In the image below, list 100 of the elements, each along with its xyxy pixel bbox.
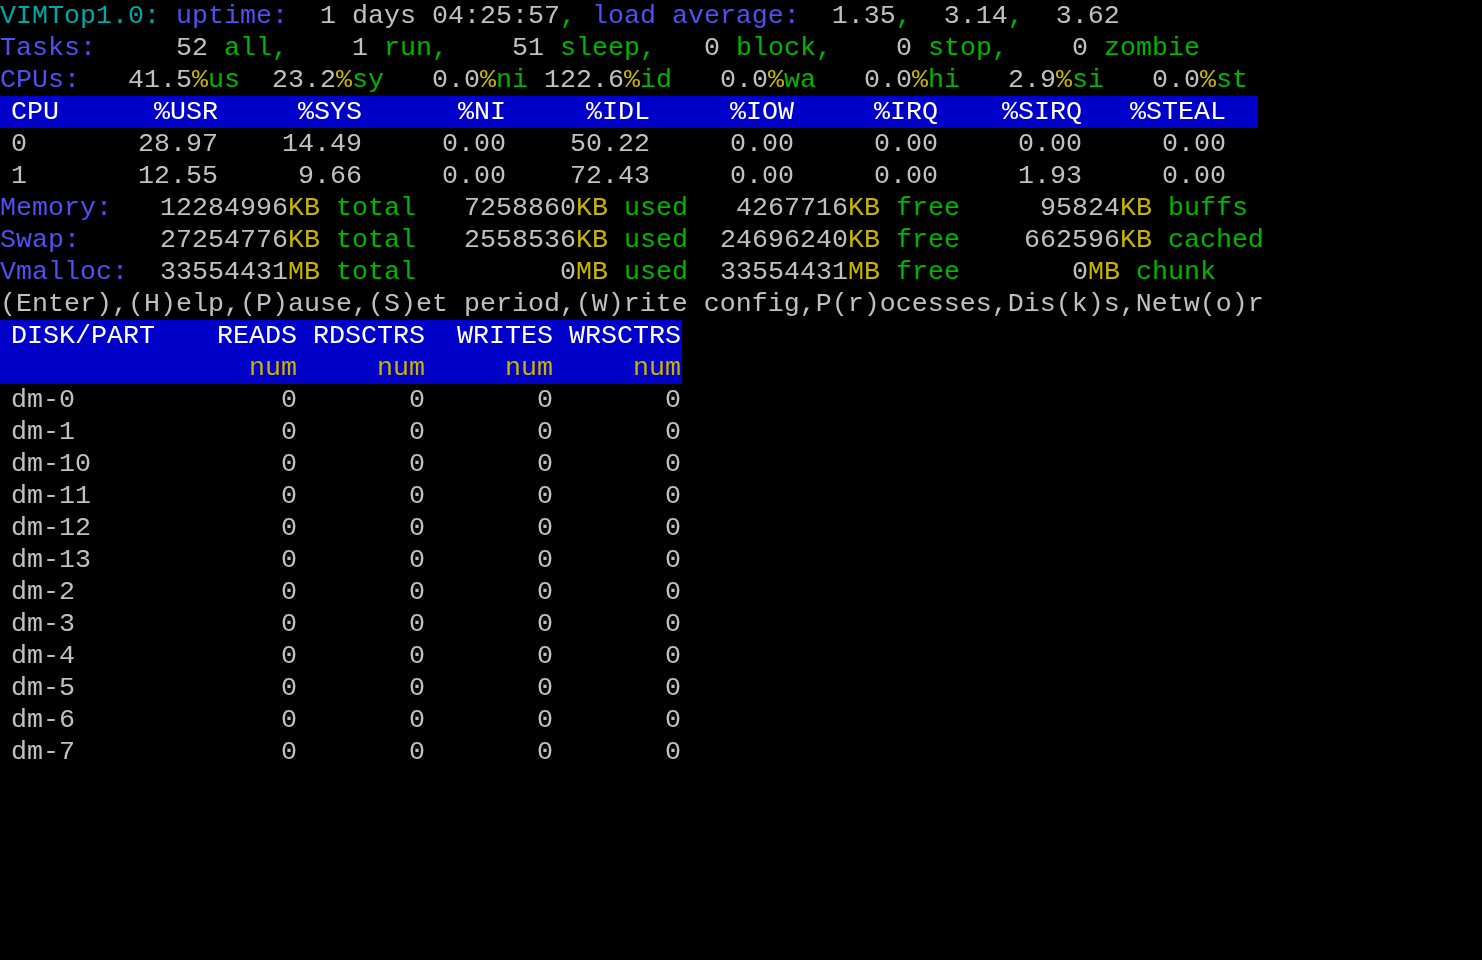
table-cell: 0 [665,576,681,608]
table-cell: 0.00 [730,128,794,160]
table-cell: 0 [281,672,297,704]
table-cell: 14.49 [282,128,362,160]
unit-text: % [623,64,640,96]
keyword-text: id [639,64,672,96]
keyword-text: , [559,0,576,32]
value-text: 0 [1071,32,1088,64]
value-text: 0 [559,256,576,288]
unit-label: num [377,352,425,384]
value-text: 122.6 [544,64,624,96]
table-cell: 0 [409,736,425,768]
unit-label: num [633,352,681,384]
keyword-text: chunk [1135,256,1216,288]
table-cell: 0 [409,640,425,672]
table-cell: 0 [409,480,425,512]
keyword-text: used [623,192,688,224]
table-cell: 0.00 [874,160,938,192]
table-cell: dm-6 [11,704,75,736]
value-text: 2.9 [1007,64,1056,96]
table-cell: 28.97 [138,128,218,160]
table-cell: dm-0 [11,384,75,416]
column-header: %NI [458,96,506,128]
table-cell: 0 [537,576,553,608]
app-title: VIMTop1.0: [0,0,160,32]
table-cell: 0 [665,384,681,416]
table-cell: 0 [409,704,425,736]
unit-text: % [480,64,496,96]
table-cell: 0 [11,128,27,160]
keyword-text: us [208,64,240,96]
unit-text: % [336,64,352,96]
table-cell: 0 [409,608,425,640]
value-text: 51 [511,32,544,64]
unit-label: num [249,352,297,384]
keyword-text: sy [352,64,384,96]
keyword-text: , [1007,0,1024,32]
help-text: (Enter),(H)elp,(P)ause,(S)et period,(W)rite config,P(r)ocesses,Dis(k)s,Netw(o)r [0,289,1264,319]
table-cell: 0 [537,704,553,736]
value-text: 0.0 [719,64,768,96]
unit-text: KB [1119,192,1152,224]
unit-text: MB [575,256,608,288]
table-cell: 0 [409,416,425,448]
keyword-text: run, [383,32,448,64]
table-cell: 0 [665,480,681,512]
table-cell: dm-1 [11,416,75,448]
column-header: WRITES [457,320,553,352]
table-cell: dm-12 [11,512,91,544]
table-cell: 0 [281,544,297,576]
unit-text: KB [575,224,608,256]
unit-label: num [505,352,553,384]
table-cell: 0.00 [730,160,794,192]
table-cell: 0.00 [1018,128,1082,160]
value-text: 0.0 [1151,64,1200,96]
table-cell: 0 [665,544,681,576]
keyword-text: total [335,256,416,288]
keyword-text: used [623,256,688,288]
value-text: 0 [703,32,720,64]
table-cell: 0 [537,416,553,448]
unit-text: KB [1119,224,1152,256]
value-text: 3.14 [943,0,1008,32]
value-text: 3.62 [1055,0,1120,32]
keyword-text: sleep, [559,32,656,64]
column-header: %IDL [586,96,650,128]
keyword-text: total [335,192,416,224]
keyword-text: all, [223,32,288,64]
keyword-text: si [1071,64,1104,96]
table-cell: 0 [537,672,553,704]
value-text: 33554431 [160,256,288,288]
keyword-text: stop, [927,32,1008,64]
value-text: 0 [1071,256,1088,288]
value-text: 7258860 [463,192,576,224]
table-cell: 12.55 [138,160,218,192]
table-cell: 0 [281,416,297,448]
unit-text: % [1199,64,1216,96]
table-cell: 0 [281,448,297,480]
field-label: Swap: [0,224,80,256]
table-cell: dm-5 [11,672,75,704]
keyword-text: free [895,224,960,256]
column-header: READS [217,320,297,352]
keyword-text: cached [1167,224,1264,256]
column-header: %IRQ [874,96,938,128]
table-cell: 0.00 [1162,160,1226,192]
table-cell: 9.66 [298,160,362,192]
keyword-text: buffs [1167,192,1248,224]
unit-text: MB [1087,256,1120,288]
column-header: CPU [10,96,59,128]
table-cell: 0.00 [874,128,938,160]
column-header: WRSCTRS [569,320,681,352]
keyword-text: free [895,256,960,288]
unit-text: KB [575,192,608,224]
table-cell: 0 [665,416,681,448]
table-cell: 0 [281,704,297,736]
unit-text: KB [847,192,880,224]
field-label: Memory: [0,192,112,224]
table-cell: 0 [409,384,425,416]
table-cell: 0 [409,448,425,480]
value-text: 1 days 04:25:57 [319,0,560,32]
unit-text: % [767,64,784,96]
table-cell: 0 [281,576,297,608]
unit-text: % [192,64,208,96]
